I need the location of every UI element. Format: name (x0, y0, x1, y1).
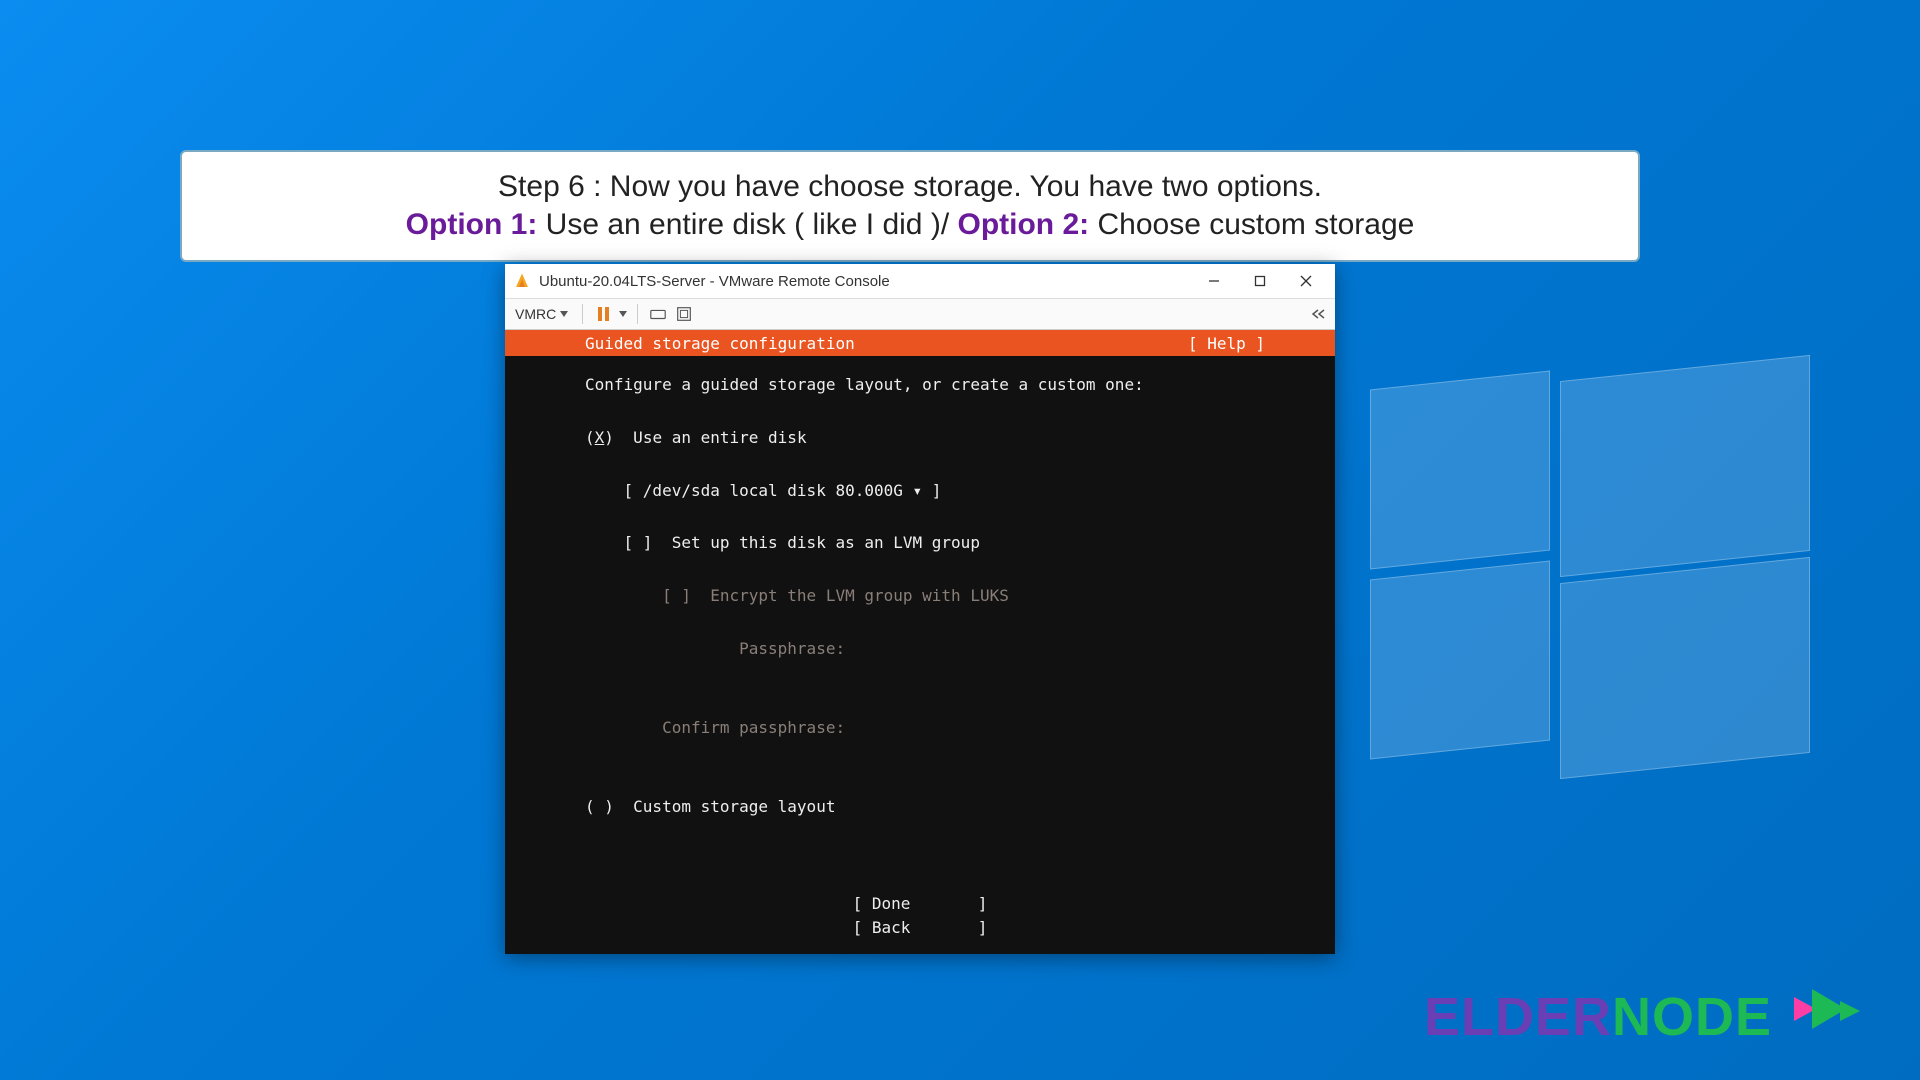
radio-use-entire-disk[interactable]: (X) Use an entire disk (585, 428, 807, 447)
help-button[interactable]: [ Help ] (1188, 334, 1265, 353)
pause-button[interactable] (593, 304, 613, 324)
window-title: Ubuntu-20.04LTS-Server - VMware Remote C… (539, 273, 890, 290)
minimize-button[interactable] (1191, 264, 1237, 298)
windows-logo-wallpaper (1370, 380, 1850, 760)
radio-custom-layout[interactable]: ( ) Custom storage layout (585, 797, 835, 816)
option2-label: Option 2: (958, 208, 1090, 241)
option1-label: Option 1: (406, 208, 538, 241)
chevron-down-icon (560, 311, 568, 317)
installer-terminal[interactable]: Guided storage configuration [ Help ] Co… (505, 330, 1335, 954)
vmrc-menu-label: VMRC (515, 306, 556, 322)
passphrase-label: Passphrase: (739, 639, 845, 658)
banner-line-2: Option 1: Use an entire disk ( like I di… (212, 208, 1608, 242)
disk-selector[interactable]: [ /dev/sda local disk 80.000G ▾ ] (624, 481, 942, 500)
checkbox-lvm[interactable]: [ ] Set up this disk as an LVM group (624, 533, 980, 552)
instruction-banner: Step 6 : Now you have choose storage. Yo… (180, 150, 1640, 262)
installer-title: Guided storage configuration (585, 334, 855, 353)
vmrc-window: Ubuntu-20.04LTS-Server - VMware Remote C… (505, 264, 1335, 954)
play-icon (1794, 989, 1864, 1052)
fullscreen-icon (675, 305, 693, 323)
brand-elder: ELDER (1424, 987, 1612, 1047)
send-ctrl-alt-del-button[interactable] (648, 304, 668, 324)
fullscreen-button[interactable] (674, 304, 694, 324)
vmrc-menu-button[interactable]: VMRC (511, 304, 572, 324)
vmrc-toolbar: VMRC (505, 298, 1335, 330)
close-button[interactable] (1283, 264, 1329, 298)
pause-icon (598, 307, 609, 321)
maximize-button[interactable] (1237, 264, 1283, 298)
prompt-text: Configure a guided storage layout, or cr… (585, 375, 1144, 394)
collapse-toolbar-button[interactable] (1309, 304, 1329, 324)
chevron-down-icon[interactable] (619, 311, 627, 317)
option1-text: Use an entire disk ( like I did )/ (537, 208, 957, 241)
window-titlebar[interactable]: Ubuntu-20.04LTS-Server - VMware Remote C… (505, 264, 1335, 298)
double-chevron-left-icon (1311, 309, 1327, 319)
keyboard-icon (649, 305, 667, 323)
eldernode-logo: ELDERNODE (1424, 986, 1864, 1052)
banner-line-1: Step 6 : Now you have choose storage. Yo… (212, 170, 1608, 204)
checkbox-encrypt: [ ] Encrypt the LVM group with LUKS (662, 586, 1009, 605)
option2-text: Choose custom storage (1089, 208, 1414, 241)
confirm-passphrase-label: Confirm passphrase: (662, 718, 845, 737)
installer-body: Configure a guided storage layout, or cr… (505, 356, 1335, 831)
installer-footer: [ Done ] [ Back ] (505, 892, 1335, 940)
installer-header: Guided storage configuration [ Help ] (505, 330, 1335, 356)
back-button[interactable]: [ Back ] (853, 918, 988, 937)
vmrc-app-icon (513, 272, 531, 290)
brand-node: NODE (1612, 987, 1772, 1047)
done-button[interactable]: [ Done ] (853, 894, 988, 913)
